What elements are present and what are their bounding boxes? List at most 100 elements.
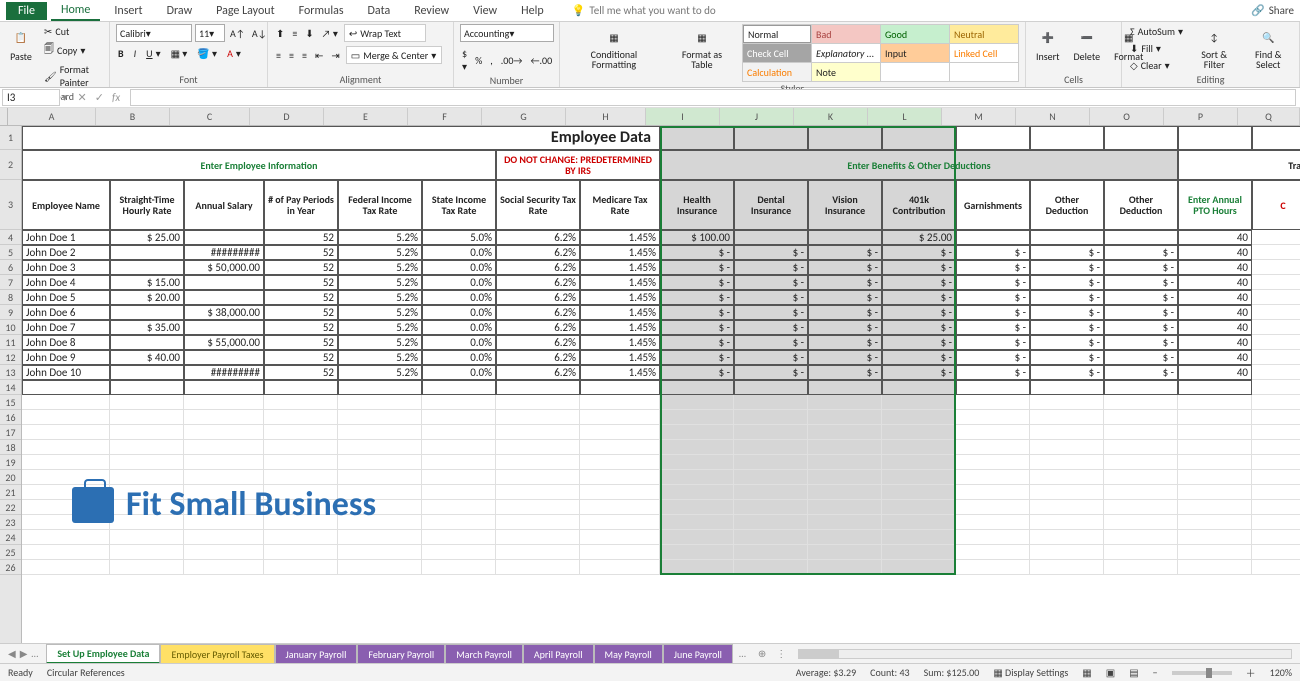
group-label: Editing — [1128, 73, 1293, 85]
sheet-nav-next[interactable]: ▶ — [20, 647, 28, 660]
style-note[interactable]: Note — [812, 63, 880, 81]
name-box-dropdown[interactable]: ▾ — [62, 91, 68, 104]
name-box[interactable]: I3 — [2, 89, 60, 106]
align-top-button[interactable]: ⬆ — [274, 24, 286, 42]
tab-insert[interactable]: Insert — [104, 2, 152, 20]
new-sheet-button[interactable]: ⊕ — [752, 647, 772, 660]
conditional-formatting-button[interactable]: ▦Conditional Formatting — [566, 24, 662, 72]
column-headers[interactable]: ABCDEFGHIJKLMNOPQ — [8, 108, 1300, 126]
sheet-tab[interactable]: February Payroll — [357, 644, 445, 664]
font-size-select[interactable]: 11 ▾ — [195, 24, 225, 42]
sheet-tab[interactable]: April Payroll — [523, 644, 594, 664]
style-neutral[interactable]: Neutral — [950, 25, 1018, 43]
style-linked[interactable]: Linked Cell — [950, 44, 1018, 62]
sheet-nav-prev[interactable]: ◀ — [8, 647, 16, 660]
tab-data[interactable]: Data — [358, 2, 401, 20]
view-layout-button[interactable]: ▣ — [1106, 666, 1115, 679]
fill-color-button[interactable]: 🪣 ▾ — [195, 46, 219, 61]
zoom-level[interactable]: 120% — [1270, 666, 1292, 679]
font-name-select[interactable]: Calibri ▾ — [116, 24, 192, 42]
tab-review[interactable]: Review — [404, 2, 459, 20]
increase-font-button[interactable]: A↑ — [228, 24, 247, 42]
fx-icon[interactable]: fx — [112, 91, 120, 104]
merge-center-button[interactable]: ▭ Merge & Center ▾ — [346, 46, 442, 64]
percent-button[interactable]: % — [473, 46, 484, 74]
insert-cells-button[interactable]: ➕Insert — [1032, 24, 1064, 65]
format-as-table-button[interactable]: ▦Format as Table — [668, 24, 736, 72]
clear-button[interactable]: ◇ Clear ▾ — [1128, 58, 1185, 73]
style-input[interactable]: Input — [881, 44, 949, 62]
autosum-button[interactable]: Σ AutoSum ▾ — [1128, 24, 1185, 39]
display-settings-button[interactable]: ▦ Display Settings — [993, 666, 1068, 679]
sheet-tab[interactable]: Set Up Employee Data — [46, 644, 160, 664]
zoom-slider[interactable] — [1172, 671, 1232, 675]
style-calculation[interactable]: Calculation — [743, 63, 811, 81]
style-bad[interactable]: Bad — [812, 25, 880, 43]
select-all-cell[interactable] — [0, 108, 8, 126]
tab-view[interactable]: View — [463, 2, 507, 20]
tab-home[interactable]: Home — [51, 1, 100, 21]
decrease-decimal-button[interactable]: ←.00 — [528, 46, 554, 74]
cancel-formula-icon[interactable]: ✕ — [78, 91, 87, 104]
style-explanatory[interactable]: Explanatory ... — [812, 44, 880, 62]
decrease-indent-button[interactable]: ⇤ — [313, 46, 325, 64]
align-bottom-button[interactable]: ⬇ — [303, 24, 315, 42]
sheet-overflow[interactable]: … — [733, 647, 752, 660]
horizontal-scrollbar[interactable] — [798, 649, 1292, 659]
sheet-tab[interactable]: March Payroll — [445, 644, 523, 664]
sheet-more[interactable]: … — [31, 647, 38, 660]
delete-cells-button[interactable]: ➖Delete — [1070, 24, 1105, 65]
sort-filter-button[interactable]: ↕Sort & Filter — [1191, 24, 1237, 72]
style-good[interactable]: Good — [881, 25, 949, 43]
bold-button[interactable]: B — [116, 46, 126, 61]
sheet-tab[interactable]: June Payroll — [663, 644, 733, 664]
currency-button[interactable]: $ ▾ — [460, 46, 469, 74]
tab-help[interactable]: Help — [511, 2, 554, 20]
view-normal-button[interactable]: ▦ — [1082, 666, 1091, 679]
align-center-button[interactable]: ≡ — [287, 46, 296, 64]
share-button[interactable]: 🔗 Share — [1251, 4, 1294, 17]
zoom-out-button[interactable]: − — [1153, 666, 1158, 679]
copy-button[interactable]: 🗐Copy ▾ — [42, 41, 103, 60]
group-alignment: ⬆ ≡ ⬇ ↗ ▾ ↩ Wrap Text ≡ ≡ ≡ ⇤ ⇥ ▭ Merge … — [268, 22, 454, 87]
scissors-icon: ✂ — [44, 25, 52, 38]
enter-formula-icon[interactable]: ✓ — [95, 91, 104, 104]
row-headers[interactable]: 1234567891011121314151617181920212223242… — [0, 126, 22, 646]
find-select-button[interactable]: 🔍Find & Select — [1243, 24, 1293, 72]
style-checkcell[interactable]: Check Cell — [743, 44, 811, 62]
wrap-text-button[interactable]: ↩ Wrap Text — [344, 24, 426, 42]
paste-button[interactable]: 📋 Paste — [6, 24, 36, 65]
tab-page-layout[interactable]: Page Layout — [206, 2, 284, 20]
underline-button[interactable]: U ▾ — [144, 46, 162, 61]
format-painter-button[interactable]: 🖌Format Painter — [42, 62, 103, 90]
tell-me[interactable]: 💡Tell me what you want to do — [572, 4, 716, 17]
cell-styles-gallery[interactable]: Normal Bad Good Neutral Check Cell Expla… — [742, 24, 1019, 82]
font-color-button[interactable]: A ▾ — [225, 46, 243, 61]
sheet-tab[interactable]: May Payroll — [594, 644, 663, 664]
border-button[interactable]: ▦ ▾ — [169, 46, 190, 61]
formula-input[interactable] — [130, 89, 1296, 106]
decrease-font-button[interactable]: A↓ — [250, 24, 269, 42]
sheet-tab[interactable]: Employer Payroll Taxes — [160, 644, 274, 664]
zoom-in-button[interactable]: ＋ — [1246, 665, 1256, 680]
orientation-button[interactable]: ↗ ▾ — [320, 24, 340, 42]
increase-decimal-button[interactable]: .00→ — [499, 46, 525, 74]
fill-button[interactable]: ⬇ Fill ▾ — [1128, 41, 1185, 56]
align-middle-button[interactable]: ≡ — [290, 24, 299, 42]
tab-formulas[interactable]: Formulas — [289, 2, 354, 20]
spreadsheet-grid[interactable]: 1234567891011121314151617181920212223242… — [0, 126, 1300, 646]
increase-indent-button[interactable]: ⇥ — [329, 46, 341, 64]
style-normal[interactable]: Normal — [743, 25, 811, 43]
view-pagebreak-button[interactable]: ▤ — [1129, 666, 1138, 679]
number-format-select[interactable]: Accounting ▾ — [460, 24, 554, 42]
sheet-tab-bar: ◀ ▶ … Set Up Employee DataEmployer Payro… — [0, 643, 1300, 663]
ribbon-tabs: File Home Insert Draw Page Layout Formul… — [0, 0, 1300, 22]
align-right-button[interactable]: ≡ — [300, 46, 309, 64]
tab-file[interactable]: File — [6, 2, 47, 20]
tab-draw[interactable]: Draw — [157, 2, 203, 20]
cut-button[interactable]: ✂Cut — [42, 24, 103, 39]
sheet-tab[interactable]: January Payroll — [275, 644, 358, 664]
comma-button[interactable]: , — [488, 46, 495, 74]
italic-button[interactable]: I — [132, 46, 139, 61]
align-left-button[interactable]: ≡ — [274, 46, 283, 64]
